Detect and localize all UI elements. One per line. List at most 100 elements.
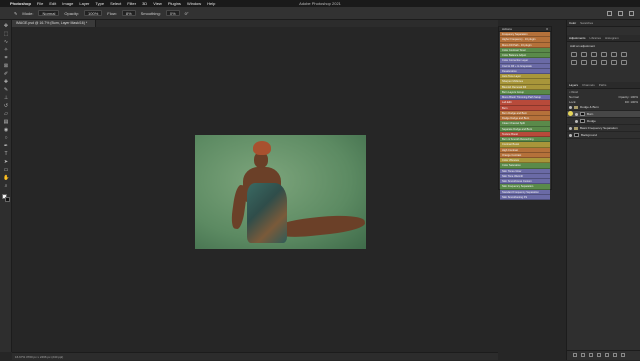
share-icon[interactable] bbox=[629, 10, 634, 16]
actions-panel: Actions ≡ Frequency Separation Higher Fre… bbox=[498, 26, 552, 200]
photo-filter-icon[interactable] bbox=[591, 60, 597, 65]
smoothing-field[interactable]: 0% bbox=[165, 10, 180, 16]
layer-opacity-field[interactable]: Opacity: 100% bbox=[618, 95, 638, 99]
shape-tool-icon[interactable]: ▭ bbox=[3, 168, 9, 173]
type-tool-icon[interactable]: T bbox=[3, 152, 9, 157]
brush-icon[interactable]: ✎ bbox=[14, 11, 17, 16]
layer-row[interactable]: Basic Frequency Separation bbox=[567, 125, 640, 132]
options-bar: ✎ Mode: Normal Opacity: 100% Flow: 8% Sm… bbox=[0, 7, 640, 20]
frame-tool-icon[interactable]: ⊠ bbox=[3, 64, 9, 69]
action-item[interactable]: Skin Smoothening FS bbox=[500, 194, 550, 200]
visibility-eye-icon[interactable] bbox=[575, 112, 578, 116]
menu-image[interactable]: Image bbox=[62, 1, 73, 6]
link-icon[interactable] bbox=[573, 352, 577, 357]
quick-select-icon[interactable]: ✧ bbox=[3, 48, 9, 53]
photo-subject-headwrap bbox=[253, 141, 271, 155]
vibrance-icon[interactable] bbox=[611, 52, 617, 57]
marquee-tool-icon[interactable]: ⬚ bbox=[3, 32, 9, 37]
menu-file[interactable]: File bbox=[37, 1, 43, 6]
menu-type[interactable]: Type bbox=[95, 1, 104, 6]
new-layer-icon[interactable] bbox=[613, 352, 617, 357]
path-select-icon[interactable]: ➤ bbox=[3, 160, 9, 165]
gradient-tool-icon[interactable]: ▤ bbox=[3, 120, 9, 125]
fx-icon[interactable] bbox=[581, 352, 585, 357]
blur-tool-icon[interactable]: ◉ bbox=[3, 128, 9, 133]
curves-icon[interactable] bbox=[591, 52, 597, 57]
flow-field[interactable]: 8% bbox=[121, 10, 136, 16]
menu-help[interactable]: Help bbox=[207, 1, 215, 6]
blend-mode-select[interactable]: Normal bbox=[569, 95, 579, 99]
adjustment-layer-icon[interactable] bbox=[597, 352, 601, 357]
healing-brush-icon[interactable]: ✚ bbox=[3, 80, 9, 85]
brush-tool-icon[interactable]: ✎ bbox=[3, 88, 9, 93]
panel-gutter bbox=[552, 20, 566, 352]
history-brush-icon[interactable]: ↺ bbox=[3, 104, 9, 109]
layer-fill-field[interactable]: Fill: 100% bbox=[625, 100, 638, 104]
workspace-icon[interactable] bbox=[618, 10, 623, 16]
tab-adjustments[interactable]: Adjustments bbox=[569, 36, 586, 40]
brightness-contrast-icon[interactable] bbox=[571, 52, 577, 57]
color-lookup-icon[interactable] bbox=[611, 60, 617, 65]
visibility-eye-icon[interactable] bbox=[569, 105, 572, 109]
eraser-tool-icon[interactable]: ▱ bbox=[3, 112, 9, 117]
mask-icon[interactable] bbox=[589, 352, 593, 357]
panel-menu-icon[interactable]: ≡ bbox=[546, 27, 548, 32]
angle-field[interactable]: 0° bbox=[185, 11, 189, 16]
menu-view[interactable]: View bbox=[153, 1, 162, 6]
layer-row[interactable]: Burn bbox=[567, 111, 640, 118]
adjustments-tabs: Adjustments Libraries Histogram bbox=[567, 35, 640, 42]
lasso-tool-icon[interactable]: ∿ bbox=[3, 40, 9, 45]
move-tool-icon[interactable]: ✥ bbox=[3, 24, 9, 29]
visibility-eye-icon[interactable] bbox=[569, 133, 572, 137]
menu-layer[interactable]: Layer bbox=[79, 1, 89, 6]
levels-icon[interactable] bbox=[581, 52, 587, 57]
pen-tool-icon[interactable]: ✒ bbox=[3, 144, 9, 149]
menu-photoshop[interactable]: Photoshop bbox=[10, 1, 31, 6]
menu-select[interactable]: Select bbox=[110, 1, 121, 6]
clone-stamp-icon[interactable]: ⊥ bbox=[3, 96, 9, 101]
trash-icon[interactable] bbox=[621, 352, 625, 357]
canvas-area[interactable] bbox=[12, 27, 498, 352]
adjustments-title: Add an adjustment bbox=[570, 44, 596, 48]
actions-panel-header: Actions ≡ bbox=[499, 27, 551, 32]
document-tab[interactable]: IMAGE.psd @ 16.7% (Burn, Layer Mask/16) … bbox=[12, 20, 96, 27]
eyedropper-icon[interactable]: ✐ bbox=[3, 72, 9, 77]
color-panel-body bbox=[567, 27, 640, 35]
layer-kind-filter[interactable]: ⌕ Kind bbox=[569, 90, 578, 94]
hand-tool-icon[interactable]: ✋ bbox=[3, 176, 9, 181]
exposure-icon[interactable] bbox=[601, 52, 607, 57]
layer-thumbnail bbox=[580, 112, 585, 116]
tab-paths[interactable]: Paths bbox=[599, 83, 607, 87]
invert-icon[interactable] bbox=[621, 60, 627, 65]
tab-channels[interactable]: Channels bbox=[582, 83, 595, 87]
color-balance-icon[interactable] bbox=[571, 60, 577, 65]
zoom-tool-icon[interactable]: ⌕ bbox=[3, 184, 9, 189]
dodge-tool-icon[interactable]: ○ bbox=[3, 136, 9, 141]
layer-row[interactable]: Dodge & Burn bbox=[567, 104, 640, 111]
document-photo[interactable] bbox=[195, 135, 366, 249]
tab-layers[interactable]: Layers bbox=[569, 83, 578, 87]
actions-list: Frequency Separation Higher Frequency - 1… bbox=[499, 32, 551, 200]
menu-plugins[interactable]: Plugins bbox=[168, 1, 181, 6]
search-icon[interactable] bbox=[607, 10, 612, 16]
visibility-eye-icon[interactable] bbox=[569, 126, 572, 130]
mode-select[interactable]: Normal bbox=[38, 10, 60, 16]
tab-swatches[interactable]: Swatches bbox=[580, 21, 593, 25]
tab-histogram[interactable]: Histogram bbox=[605, 36, 619, 40]
layer-row[interactable]: Background bbox=[567, 132, 640, 139]
menu-window[interactable]: Window bbox=[187, 1, 201, 6]
tab-color[interactable]: Color bbox=[569, 21, 576, 25]
new-group-icon[interactable] bbox=[605, 352, 609, 357]
layer-row[interactable]: Dodge bbox=[567, 118, 640, 125]
menu-edit[interactable]: Edit bbox=[49, 1, 56, 6]
black-white-icon[interactable] bbox=[581, 60, 587, 65]
hue-saturation-icon[interactable] bbox=[621, 52, 627, 57]
tab-libraries[interactable]: Libraries bbox=[590, 36, 602, 40]
crop-tool-icon[interactable]: ⌗ bbox=[3, 56, 9, 61]
background-color-swatch[interactable] bbox=[5, 197, 10, 202]
menu-filter[interactable]: Filter bbox=[127, 1, 136, 6]
visibility-eye-icon[interactable] bbox=[575, 119, 578, 123]
opacity-field[interactable]: 100% bbox=[84, 10, 103, 16]
channel-mixer-icon[interactable] bbox=[601, 60, 607, 65]
menu-3d[interactable]: 3D bbox=[142, 1, 147, 6]
